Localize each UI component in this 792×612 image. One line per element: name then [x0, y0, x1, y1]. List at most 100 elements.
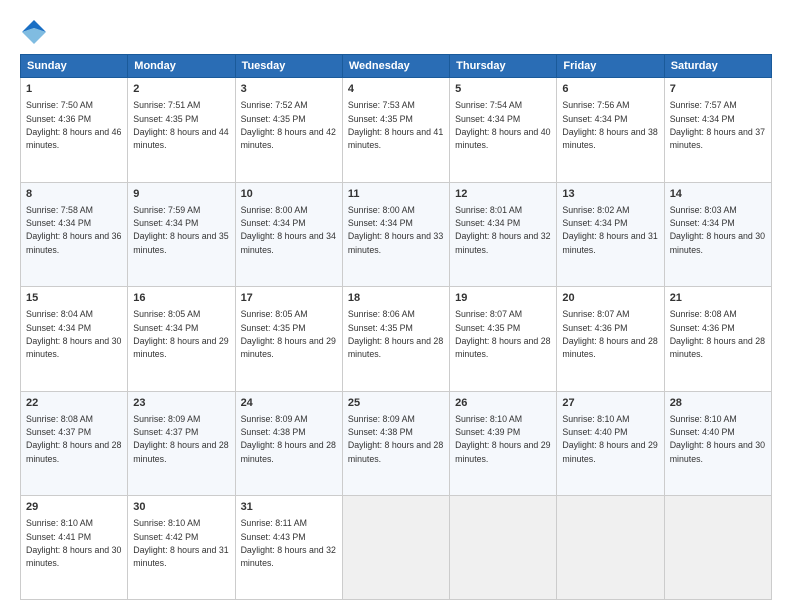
day-number: 25 — [348, 396, 444, 411]
day-detail: Sunrise: 8:08 AMSunset: 4:36 PMDaylight:… — [670, 309, 765, 359]
day-detail: Sunrise: 8:10 AMSunset: 4:39 PMDaylight:… — [455, 414, 550, 464]
day-number: 24 — [241, 396, 337, 411]
day-detail: Sunrise: 8:07 AMSunset: 4:35 PMDaylight:… — [455, 309, 550, 359]
day-detail: Sunrise: 8:06 AMSunset: 4:35 PMDaylight:… — [348, 309, 443, 359]
day-number: 20 — [562, 291, 658, 306]
day-detail: Sunrise: 7:53 AMSunset: 4:35 PMDaylight:… — [348, 100, 443, 150]
day-detail: Sunrise: 8:05 AMSunset: 4:35 PMDaylight:… — [241, 309, 336, 359]
calendar-day-cell: 18 Sunrise: 8:06 AMSunset: 4:35 PMDaylig… — [342, 287, 449, 392]
weekday-header-cell: Saturday — [664, 55, 771, 78]
day-detail: Sunrise: 7:50 AMSunset: 4:36 PMDaylight:… — [26, 100, 121, 150]
calendar-day-cell: 27 Sunrise: 8:10 AMSunset: 4:40 PMDaylig… — [557, 391, 664, 496]
calendar-week-row: 22 Sunrise: 8:08 AMSunset: 4:37 PMDaylig… — [21, 391, 772, 496]
weekday-header-cell: Sunday — [21, 55, 128, 78]
day-number: 30 — [133, 500, 229, 515]
day-detail: Sunrise: 7:58 AMSunset: 4:34 PMDaylight:… — [26, 205, 121, 255]
day-detail: Sunrise: 8:01 AMSunset: 4:34 PMDaylight:… — [455, 205, 550, 255]
calendar-table: SundayMondayTuesdayWednesdayThursdayFrid… — [20, 54, 772, 600]
calendar-day-cell — [450, 496, 557, 600]
calendar-day-cell: 17 Sunrise: 8:05 AMSunset: 4:35 PMDaylig… — [235, 287, 342, 392]
day-number: 12 — [455, 187, 551, 202]
day-number: 29 — [26, 500, 122, 515]
calendar-day-cell: 20 Sunrise: 8:07 AMSunset: 4:36 PMDaylig… — [557, 287, 664, 392]
calendar-day-cell: 2 Sunrise: 7:51 AMSunset: 4:35 PMDayligh… — [128, 78, 235, 183]
calendar-day-cell: 3 Sunrise: 7:52 AMSunset: 4:35 PMDayligh… — [235, 78, 342, 183]
day-number: 21 — [670, 291, 766, 306]
calendar-day-cell: 19 Sunrise: 8:07 AMSunset: 4:35 PMDaylig… — [450, 287, 557, 392]
calendar-day-cell: 1 Sunrise: 7:50 AMSunset: 4:36 PMDayligh… — [21, 78, 128, 183]
calendar-day-cell: 24 Sunrise: 8:09 AMSunset: 4:38 PMDaylig… — [235, 391, 342, 496]
day-number: 1 — [26, 82, 122, 97]
day-detail: Sunrise: 8:09 AMSunset: 4:38 PMDaylight:… — [348, 414, 443, 464]
calendar-day-cell: 30 Sunrise: 8:10 AMSunset: 4:42 PMDaylig… — [128, 496, 235, 600]
day-number: 22 — [26, 396, 122, 411]
page: SundayMondayTuesdayWednesdayThursdayFrid… — [0, 0, 792, 612]
calendar-day-cell: 14 Sunrise: 8:03 AMSunset: 4:34 PMDaylig… — [664, 182, 771, 287]
calendar-day-cell: 31 Sunrise: 8:11 AMSunset: 4:43 PMDaylig… — [235, 496, 342, 600]
day-number: 16 — [133, 291, 229, 306]
day-detail: Sunrise: 8:09 AMSunset: 4:38 PMDaylight:… — [241, 414, 336, 464]
day-number: 17 — [241, 291, 337, 306]
day-detail: Sunrise: 7:56 AMSunset: 4:34 PMDaylight:… — [562, 100, 657, 150]
header — [20, 18, 772, 46]
day-detail: Sunrise: 7:54 AMSunset: 4:34 PMDaylight:… — [455, 100, 550, 150]
day-detail: Sunrise: 8:11 AMSunset: 4:43 PMDaylight:… — [241, 518, 336, 568]
calendar-day-cell: 10 Sunrise: 8:00 AMSunset: 4:34 PMDaylig… — [235, 182, 342, 287]
day-number: 5 — [455, 82, 551, 97]
calendar-body: 1 Sunrise: 7:50 AMSunset: 4:36 PMDayligh… — [21, 78, 772, 600]
day-number: 3 — [241, 82, 337, 97]
day-number: 23 — [133, 396, 229, 411]
calendar-day-cell — [664, 496, 771, 600]
calendar-week-row: 15 Sunrise: 8:04 AMSunset: 4:34 PMDaylig… — [21, 287, 772, 392]
day-detail: Sunrise: 8:07 AMSunset: 4:36 PMDaylight:… — [562, 309, 657, 359]
day-detail: Sunrise: 8:10 AMSunset: 4:41 PMDaylight:… — [26, 518, 121, 568]
calendar-day-cell: 26 Sunrise: 8:10 AMSunset: 4:39 PMDaylig… — [450, 391, 557, 496]
calendar-day-cell: 29 Sunrise: 8:10 AMSunset: 4:41 PMDaylig… — [21, 496, 128, 600]
day-number: 10 — [241, 187, 337, 202]
calendar-day-cell: 21 Sunrise: 8:08 AMSunset: 4:36 PMDaylig… — [664, 287, 771, 392]
day-detail: Sunrise: 7:52 AMSunset: 4:35 PMDaylight:… — [241, 100, 336, 150]
day-number: 9 — [133, 187, 229, 202]
calendar-day-cell: 5 Sunrise: 7:54 AMSunset: 4:34 PMDayligh… — [450, 78, 557, 183]
day-number: 15 — [26, 291, 122, 306]
day-number: 6 — [562, 82, 658, 97]
day-number: 26 — [455, 396, 551, 411]
calendar-day-cell: 12 Sunrise: 8:01 AMSunset: 4:34 PMDaylig… — [450, 182, 557, 287]
day-detail: Sunrise: 8:02 AMSunset: 4:34 PMDaylight:… — [562, 205, 657, 255]
calendar-day-cell — [557, 496, 664, 600]
day-detail: Sunrise: 8:04 AMSunset: 4:34 PMDaylight:… — [26, 309, 121, 359]
day-number: 2 — [133, 82, 229, 97]
day-number: 28 — [670, 396, 766, 411]
day-detail: Sunrise: 8:05 AMSunset: 4:34 PMDaylight:… — [133, 309, 228, 359]
day-detail: Sunrise: 8:08 AMSunset: 4:37 PMDaylight:… — [26, 414, 121, 464]
day-detail: Sunrise: 8:10 AMSunset: 4:42 PMDaylight:… — [133, 518, 228, 568]
calendar-day-cell: 25 Sunrise: 8:09 AMSunset: 4:38 PMDaylig… — [342, 391, 449, 496]
calendar-day-cell — [342, 496, 449, 600]
day-number: 11 — [348, 187, 444, 202]
day-detail: Sunrise: 8:10 AMSunset: 4:40 PMDaylight:… — [562, 414, 657, 464]
weekday-header-cell: Tuesday — [235, 55, 342, 78]
weekday-header-cell: Wednesday — [342, 55, 449, 78]
day-detail: Sunrise: 8:00 AMSunset: 4:34 PMDaylight:… — [241, 205, 336, 255]
weekday-header-cell: Monday — [128, 55, 235, 78]
day-detail: Sunrise: 8:09 AMSunset: 4:37 PMDaylight:… — [133, 414, 228, 464]
calendar-day-cell: 23 Sunrise: 8:09 AMSunset: 4:37 PMDaylig… — [128, 391, 235, 496]
calendar-day-cell: 6 Sunrise: 7:56 AMSunset: 4:34 PMDayligh… — [557, 78, 664, 183]
day-detail: Sunrise: 8:03 AMSunset: 4:34 PMDaylight:… — [670, 205, 765, 255]
calendar-day-cell: 16 Sunrise: 8:05 AMSunset: 4:34 PMDaylig… — [128, 287, 235, 392]
calendar-day-cell: 22 Sunrise: 8:08 AMSunset: 4:37 PMDaylig… — [21, 391, 128, 496]
calendar-day-cell: 13 Sunrise: 8:02 AMSunset: 4:34 PMDaylig… — [557, 182, 664, 287]
day-detail: Sunrise: 7:59 AMSunset: 4:34 PMDaylight:… — [133, 205, 228, 255]
calendar-day-cell: 15 Sunrise: 8:04 AMSunset: 4:34 PMDaylig… — [21, 287, 128, 392]
day-number: 8 — [26, 187, 122, 202]
weekday-header-cell: Friday — [557, 55, 664, 78]
day-number: 18 — [348, 291, 444, 306]
calendar-day-cell: 28 Sunrise: 8:10 AMSunset: 4:40 PMDaylig… — [664, 391, 771, 496]
day-detail: Sunrise: 7:51 AMSunset: 4:35 PMDaylight:… — [133, 100, 228, 150]
day-number: 7 — [670, 82, 766, 97]
weekday-header-row: SundayMondayTuesdayWednesdayThursdayFrid… — [21, 55, 772, 78]
calendar-day-cell: 9 Sunrise: 7:59 AMSunset: 4:34 PMDayligh… — [128, 182, 235, 287]
day-number: 19 — [455, 291, 551, 306]
day-detail: Sunrise: 8:10 AMSunset: 4:40 PMDaylight:… — [670, 414, 765, 464]
day-detail: Sunrise: 7:57 AMSunset: 4:34 PMDaylight:… — [670, 100, 765, 150]
